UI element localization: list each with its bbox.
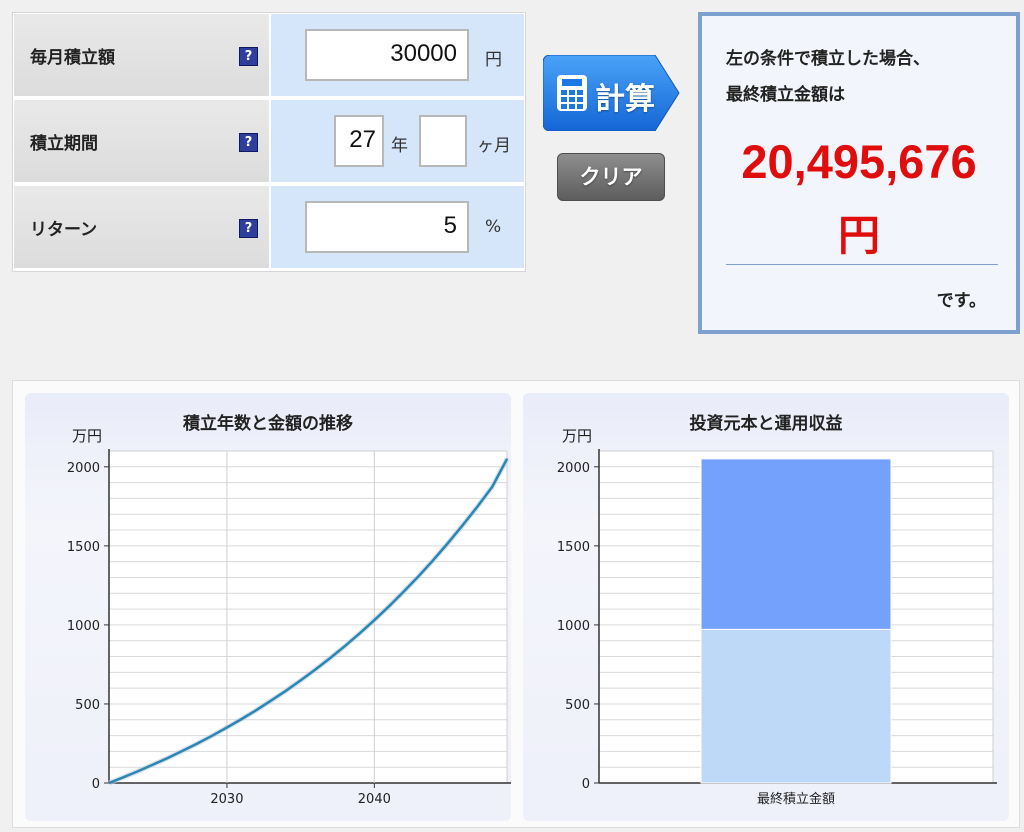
data-point	[108, 782, 110, 784]
return-rate-input[interactable]: 5	[305, 201, 469, 253]
data-point	[241, 718, 243, 720]
years-input[interactable]: 27	[334, 115, 384, 167]
return-unit: %	[485, 217, 502, 237]
line-chart-panel: 0 500 1000 1500 2000 積立年数と金額の推移万円 2030 2040	[25, 393, 511, 821]
data-point	[137, 770, 140, 772]
y-tick-label: 1500	[67, 540, 100, 555]
data-point	[373, 619, 375, 621]
help-icon[interactable]: ?	[239, 219, 258, 238]
data-point	[506, 458, 508, 460]
line-chart: 0 500 1000 1500 2000 積立年数と金額の推移万円 2030 2040	[67, 413, 511, 807]
months-unit: ヶ月	[477, 136, 511, 156]
period-row: 積立期間 ? 27 年 ヶ月	[13, 99, 525, 183]
data-point	[432, 559, 434, 561]
data-point	[226, 726, 228, 729]
clear-button[interactable]: クリア	[557, 153, 665, 201]
data-point	[462, 524, 464, 526]
y-tick-label: 0	[582, 777, 590, 792]
y-tick-label: 2000	[557, 461, 590, 476]
data-point	[167, 757, 169, 759]
data-point	[403, 590, 405, 593]
period-label-cell: 積立期間 ?	[14, 100, 269, 182]
result-currency: 円	[837, 211, 880, 260]
y-axis-label: 万円	[72, 427, 102, 445]
data-point	[476, 505, 479, 508]
calculate-button[interactable]: 計算	[543, 55, 681, 131]
chart-title: 積立年数と金額の推移	[183, 413, 353, 434]
result-line-1: 左の条件で積立した場合、	[726, 49, 930, 69]
result-box: 左の条件で積立した場合、 最終積立金額は 20,495,676 円 です。	[698, 12, 1020, 334]
data-point	[255, 709, 258, 711]
input-table: 毎月積立額 ? 30000 円 積立期間 ? 27 年 ヶ月 リターン ? 5 …	[12, 12, 526, 272]
data-point	[285, 690, 287, 692]
period-value-cell: 27 年 ヶ月	[271, 100, 524, 182]
calculate-label: 計算	[595, 82, 655, 117]
data-point	[196, 742, 199, 745]
data-point	[358, 632, 361, 635]
data-point	[417, 575, 420, 577]
monthly-row: 毎月積立額 ? 30000 円	[13, 13, 525, 97]
monthly-value-cell: 30000 円	[271, 14, 524, 96]
period-label: 積立期間	[30, 134, 98, 154]
y-tick-label: 2000	[67, 461, 100, 476]
monthly-unit: 円	[485, 50, 502, 70]
y-tick-label: 1000	[557, 619, 590, 634]
bar-chart: 0 500 1000 1500 2000 投資元本と運用収益万円最終積立金額	[557, 413, 997, 807]
x-category-label: 最終積立金額	[757, 791, 835, 807]
monthly-amount-input[interactable]: 30000	[305, 29, 469, 81]
y-tick-label: 500	[565, 698, 590, 713]
bar-gain	[700, 458, 892, 630]
return-value-cell: 5 %	[271, 186, 524, 268]
data-point	[123, 776, 125, 778]
result-line-2: 最終積立金額は	[726, 85, 845, 105]
result-suffix: です。	[936, 291, 986, 311]
help-icon[interactable]: ?	[239, 47, 258, 66]
data-point	[300, 679, 302, 681]
bar-chart-panel: 0 500 1000 1500 2000 投資元本と運用収益万円最終積立金額	[523, 393, 1009, 821]
return-row: リターン ? 5 %	[13, 185, 525, 269]
charts-area: 0 500 1000 1500 2000 積立年数と金額の推移万円 2030 2040 0 50…	[12, 380, 1020, 828]
data-point	[270, 700, 272, 702]
y-tick-label: 1000	[67, 619, 100, 634]
data-point	[344, 645, 346, 647]
bar-principal	[700, 628, 892, 784]
data-point	[152, 763, 154, 766]
return-label: リターン	[30, 220, 98, 240]
x-tick-label: 2040	[358, 792, 391, 807]
data-point	[314, 668, 316, 671]
result-divider	[726, 264, 998, 265]
y-axis-label: 万円	[562, 427, 592, 445]
data-point	[388, 605, 390, 607]
years-unit: 年	[391, 136, 408, 156]
y-tick-label: 500	[75, 698, 100, 713]
data-point	[329, 657, 331, 659]
data-point	[447, 542, 449, 544]
result-amount: 20,495,676	[741, 135, 977, 188]
plot-area	[109, 451, 507, 783]
y-tick-label: 0	[92, 777, 100, 792]
calculator-icon	[557, 75, 587, 111]
monthly-label: 毎月積立額	[30, 48, 115, 68]
data-point	[211, 735, 213, 737]
x-tick-label: 2030	[210, 792, 243, 807]
months-input[interactable]	[419, 115, 467, 167]
chart-title: 投資元本と運用収益	[690, 413, 843, 434]
help-icon[interactable]: ?	[239, 133, 258, 152]
data-point	[491, 486, 493, 488]
return-label-cell: リターン ?	[14, 186, 269, 268]
monthly-label-cell: 毎月積立額 ?	[14, 14, 269, 96]
data-point	[182, 750, 184, 752]
y-tick-label: 1500	[557, 540, 590, 555]
